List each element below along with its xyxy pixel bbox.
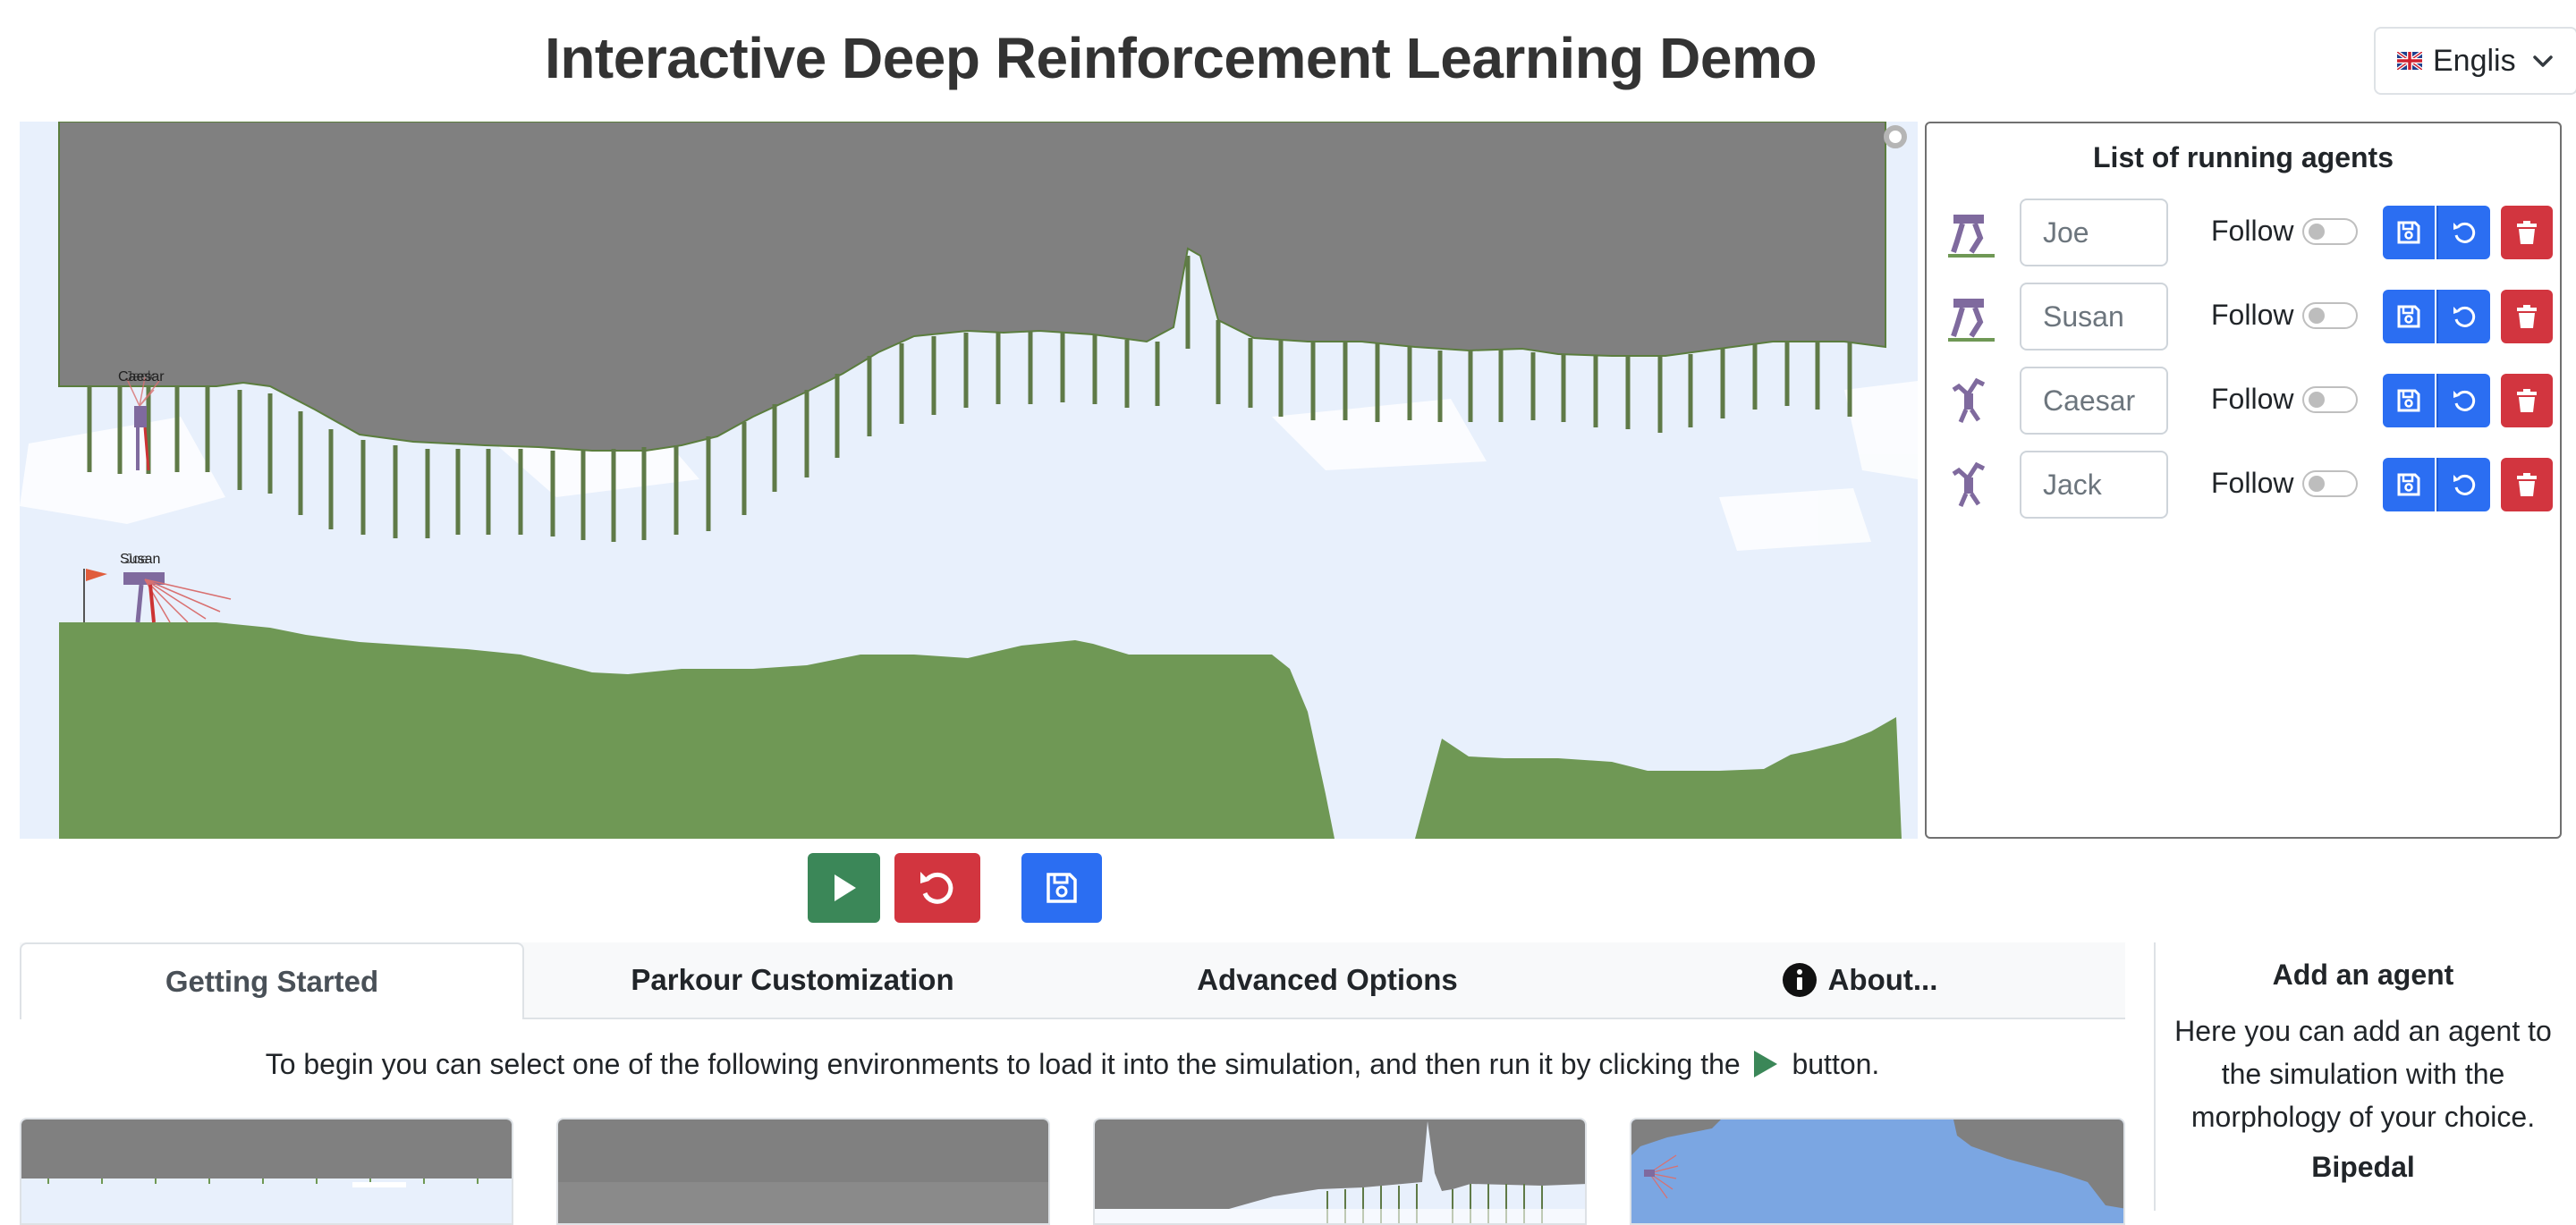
save-icon	[1046, 873, 1077, 903]
environment-thumbnail[interactable]	[1093, 1118, 1587, 1225]
save-icon	[2397, 389, 2420, 412]
climber-agent-icon	[1952, 461, 1986, 507]
agent-name-field[interactable]: Jack	[2020, 451, 2168, 519]
agent-row: Susan Follow	[1939, 283, 2556, 351]
reset-icon	[2453, 222, 2476, 243]
reset-icon	[2453, 390, 2476, 411]
environment-thumbnail[interactable]	[1630, 1118, 2125, 1225]
agent-name-field[interactable]: Joe	[2020, 199, 2168, 266]
trash-icon	[2517, 221, 2537, 244]
reset-icon	[920, 872, 953, 904]
reset-icon	[2453, 474, 2476, 495]
language-select[interactable]: Englis	[2374, 27, 2576, 95]
running-agents-panel: List of running agents Joe Follow Susan …	[1925, 122, 2562, 839]
trash-icon	[2517, 473, 2537, 496]
tab-getting-started[interactable]: Getting Started	[20, 942, 524, 1019]
play-icon	[1753, 1051, 1777, 1077]
agent-name-field[interactable]: Caesar	[2020, 367, 2168, 435]
reset-agent-button[interactable]	[2436, 290, 2490, 343]
climber-agent-icon	[1952, 377, 1986, 423]
follow-toggle[interactable]	[2302, 302, 2358, 329]
page-title: Interactive Deep Reinforcement Learning …	[545, 26, 1817, 90]
environment-preview	[1095, 1119, 1585, 1223]
delete-agent-button[interactable]	[2501, 206, 2553, 259]
agent-row: Joe Follow	[1939, 199, 2556, 266]
save-agent-button[interactable]	[2383, 290, 2435, 343]
add-agent-panel: Add an agent Here you can add an agent t…	[2154, 942, 2571, 1211]
svg-text:Jack: Jack	[125, 369, 156, 384]
tab-label: Advanced Options	[1197, 963, 1458, 996]
tab-bar: Getting Started Parkour Customization Ad…	[20, 942, 2125, 1019]
bipedal-agent-icon	[1948, 299, 1995, 342]
agent-row: Caesar Follow	[1939, 367, 2556, 435]
bipedal-agent-icon	[1948, 215, 1995, 258]
delete-agent-button[interactable]	[2501, 290, 2553, 343]
agent-name-field[interactable]: Susan	[2020, 283, 2168, 351]
play-icon	[834, 874, 856, 901]
add-agent-description: Here you can add an agent to the simulat…	[2174, 1015, 2552, 1133]
delete-agent-button[interactable]	[2501, 458, 2553, 511]
tab-label: About...	[1827, 963, 1938, 996]
follow-label: Follow	[2211, 215, 2294, 247]
trash-icon	[2517, 389, 2537, 412]
tab-about[interactable]: About...	[1594, 942, 2125, 1018]
tab-parkour-customization[interactable]: Parkour Customization	[524, 942, 1061, 1018]
trash-icon	[2517, 305, 2537, 328]
play-button[interactable]	[808, 853, 880, 923]
language-label: Englis	[2433, 43, 2516, 78]
save-agent-button[interactable]	[2383, 374, 2435, 427]
reset-button[interactable]	[894, 853, 980, 923]
morphology-heading: Bipedal	[2311, 1151, 2415, 1183]
tab-label: Getting Started	[165, 965, 379, 998]
save-agent-button[interactable]	[2383, 206, 2435, 259]
running-agents-title: List of running agents	[2093, 141, 2394, 173]
canvas-resize-handle[interactable]	[1884, 125, 1907, 148]
simulation-canvas[interactable]: Caesar Jack Susan Joe	[20, 122, 1918, 839]
chevron-down-icon	[2533, 55, 2553, 67]
save-button[interactable]	[1021, 853, 1102, 923]
tab-advanced-options[interactable]: Advanced Options	[1061, 942, 1594, 1018]
intro-text-end: button.	[1792, 1048, 1880, 1080]
reset-icon	[2453, 306, 2476, 327]
reset-agent-button[interactable]	[2436, 458, 2490, 511]
reset-agent-button[interactable]	[2436, 374, 2490, 427]
follow-toggle[interactable]	[2302, 470, 2358, 497]
follow-label: Follow	[2211, 383, 2294, 415]
environment-preview	[1631, 1119, 2123, 1223]
uk-flag-icon	[2397, 52, 2422, 70]
save-icon	[2397, 305, 2420, 328]
svg-text:Joe: Joe	[125, 552, 148, 567]
add-agent-title: Add an agent	[2272, 959, 2454, 991]
save-icon	[2397, 221, 2420, 244]
environment-thumbnail[interactable]	[20, 1118, 513, 1225]
intro-text: To begin you can select one of the follo…	[265, 1048, 1741, 1080]
environment-thumbnail[interactable]	[556, 1118, 1050, 1225]
info-icon	[1782, 963, 1817, 997]
tab-label: Parkour Customization	[631, 963, 954, 996]
save-icon	[2397, 473, 2420, 496]
follow-label: Follow	[2211, 299, 2294, 331]
save-agent-button[interactable]	[2383, 458, 2435, 511]
getting-started-intro: To begin you can select one of the follo…	[20, 1048, 2125, 1081]
follow-toggle[interactable]	[2302, 218, 2358, 245]
environment-preview	[558, 1119, 1048, 1223]
environment-preview	[21, 1119, 512, 1223]
agent-row: Jack Follow	[1939, 451, 2556, 519]
reset-agent-button[interactable]	[2436, 206, 2490, 259]
follow-label: Follow	[2211, 467, 2294, 499]
follow-toggle[interactable]	[2302, 386, 2358, 413]
delete-agent-button[interactable]	[2501, 374, 2553, 427]
